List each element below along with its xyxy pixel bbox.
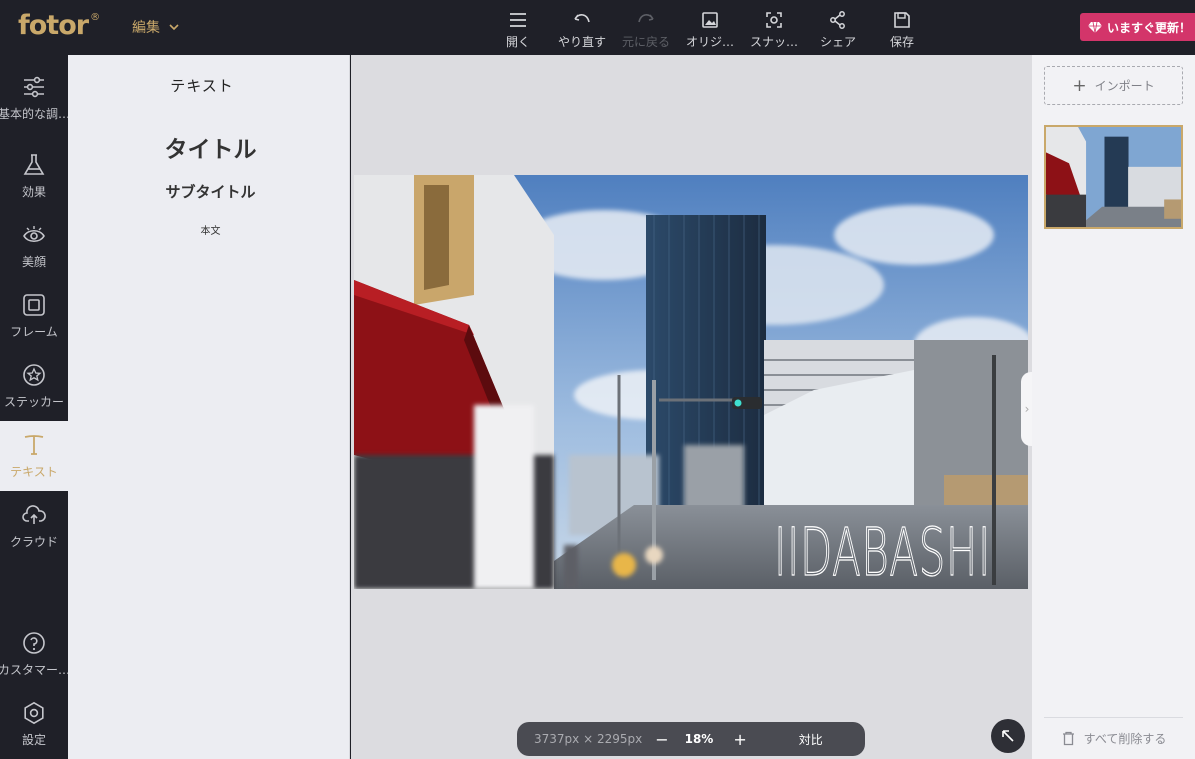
subtitle-preset[interactable]: サブタイトル <box>68 181 353 202</box>
edit-menu-dropdown[interactable]: 編集 <box>132 17 180 37</box>
thumbnail-image <box>1046 127 1181 227</box>
text-panel: テキスト タイトル サブタイトル 本文 <box>68 55 350 759</box>
sticker-icon <box>23 363 45 386</box>
share-icon <box>830 11 845 29</box>
diamond-icon <box>1088 21 1102 34</box>
sidebar-item-sticker[interactable]: ステッカー <box>0 351 68 421</box>
snapshot-icon <box>766 12 782 28</box>
compare-button[interactable]: 対比 <box>799 731 823 748</box>
save-icon <box>894 12 910 28</box>
chevron-down-icon <box>169 24 179 31</box>
open-button[interactable]: 開く <box>486 0 550 55</box>
import-button[interactable]: + インポート <box>1044 66 1183 105</box>
sliders-icon <box>24 76 44 97</box>
zoom-level: 18% <box>684 732 714 746</box>
redo-button[interactable]: 元に戻る <box>614 0 678 55</box>
arrow-up-left-icon <box>1002 730 1014 742</box>
trash-icon <box>1062 731 1074 746</box>
fit-to-screen-button[interactable] <box>991 719 1025 753</box>
image-thumbnail[interactable] <box>1044 125 1183 229</box>
plus-icon: + <box>1072 75 1087 96</box>
sidebar-item-basic-adjust[interactable]: 基本的な調… <box>0 63 68 133</box>
sidebar-item-customer-support[interactable]: カスタマー… <box>0 619 68 689</box>
top-bar: fotor ® 編集 開く やり直す 元に戻る オリジ… スナッ… シェア 保存… <box>0 0 1195 55</box>
zoom-out-button[interactable]: − <box>655 730 668 749</box>
toolbar: 開く やり直す 元に戻る オリジ… スナッ… シェア 保存 <box>486 0 934 55</box>
redo-icon <box>638 14 654 23</box>
menu-icon <box>510 13 526 27</box>
sidebar-item-settings[interactable]: 設定 <box>0 689 68 759</box>
fotor-logo[interactable]: fotor ® <box>18 10 100 41</box>
edit-menu-label: 編集 <box>132 20 160 36</box>
panel-title: テキスト <box>170 77 234 95</box>
sidebar-item-effects[interactable]: 効果 <box>0 141 68 211</box>
sidebar-item-cloud[interactable]: クラウド <box>0 491 68 561</box>
editor-canvas: IIDABASHI <box>351 55 1032 759</box>
help-icon <box>23 631 45 654</box>
clear-all-button[interactable]: すべて削除する <box>1044 717 1183 759</box>
title-preset[interactable]: タイトル <box>68 130 353 164</box>
text-icon <box>24 434 44 455</box>
zoom-in-button[interactable]: + <box>733 730 746 749</box>
snapshot-button[interactable]: スナッ… <box>742 0 806 55</box>
settings-gear-icon <box>24 701 44 724</box>
sidebar-item-frame[interactable]: フレーム <box>0 281 68 351</box>
undo-button[interactable]: やり直す <box>550 0 614 55</box>
street-photo-illustration: IIDABASHI <box>354 175 1028 589</box>
original-button[interactable]: オリジ… <box>678 0 742 55</box>
flask-icon <box>23 153 45 175</box>
cloud-upload-icon <box>22 504 46 524</box>
sidebar-item-text[interactable]: テキスト <box>0 421 68 491</box>
right-panel: + インポート すべて削除する <box>1032 55 1195 759</box>
frame-icon <box>23 293 45 316</box>
sidebar-item-beauty[interactable]: 美顔 <box>0 211 68 281</box>
body-text-preset[interactable]: 本文 <box>68 222 353 237</box>
eye-icon <box>23 225 45 242</box>
save-button[interactable]: 保存 <box>870 0 934 55</box>
image-dimensions: 3737px × 2295px <box>534 732 643 746</box>
left-sidebar: 基本的な調… 効果 美顔 フレーム ステッカー テキスト クラウド カスタマー…… <box>0 55 68 759</box>
iidabashi-text-overlay[interactable]: IIDABASHI <box>773 513 991 589</box>
share-button[interactable]: シェア <box>806 0 870 55</box>
zoom-bar: 3737px × 2295px − 18% + 対比 <box>517 722 865 756</box>
undo-icon <box>574 14 590 23</box>
upgrade-button[interactable]: いますぐ更新！ <box>1080 13 1195 41</box>
original-image-icon <box>702 12 718 28</box>
edited-photo[interactable]: IIDABASHI <box>354 175 1028 589</box>
